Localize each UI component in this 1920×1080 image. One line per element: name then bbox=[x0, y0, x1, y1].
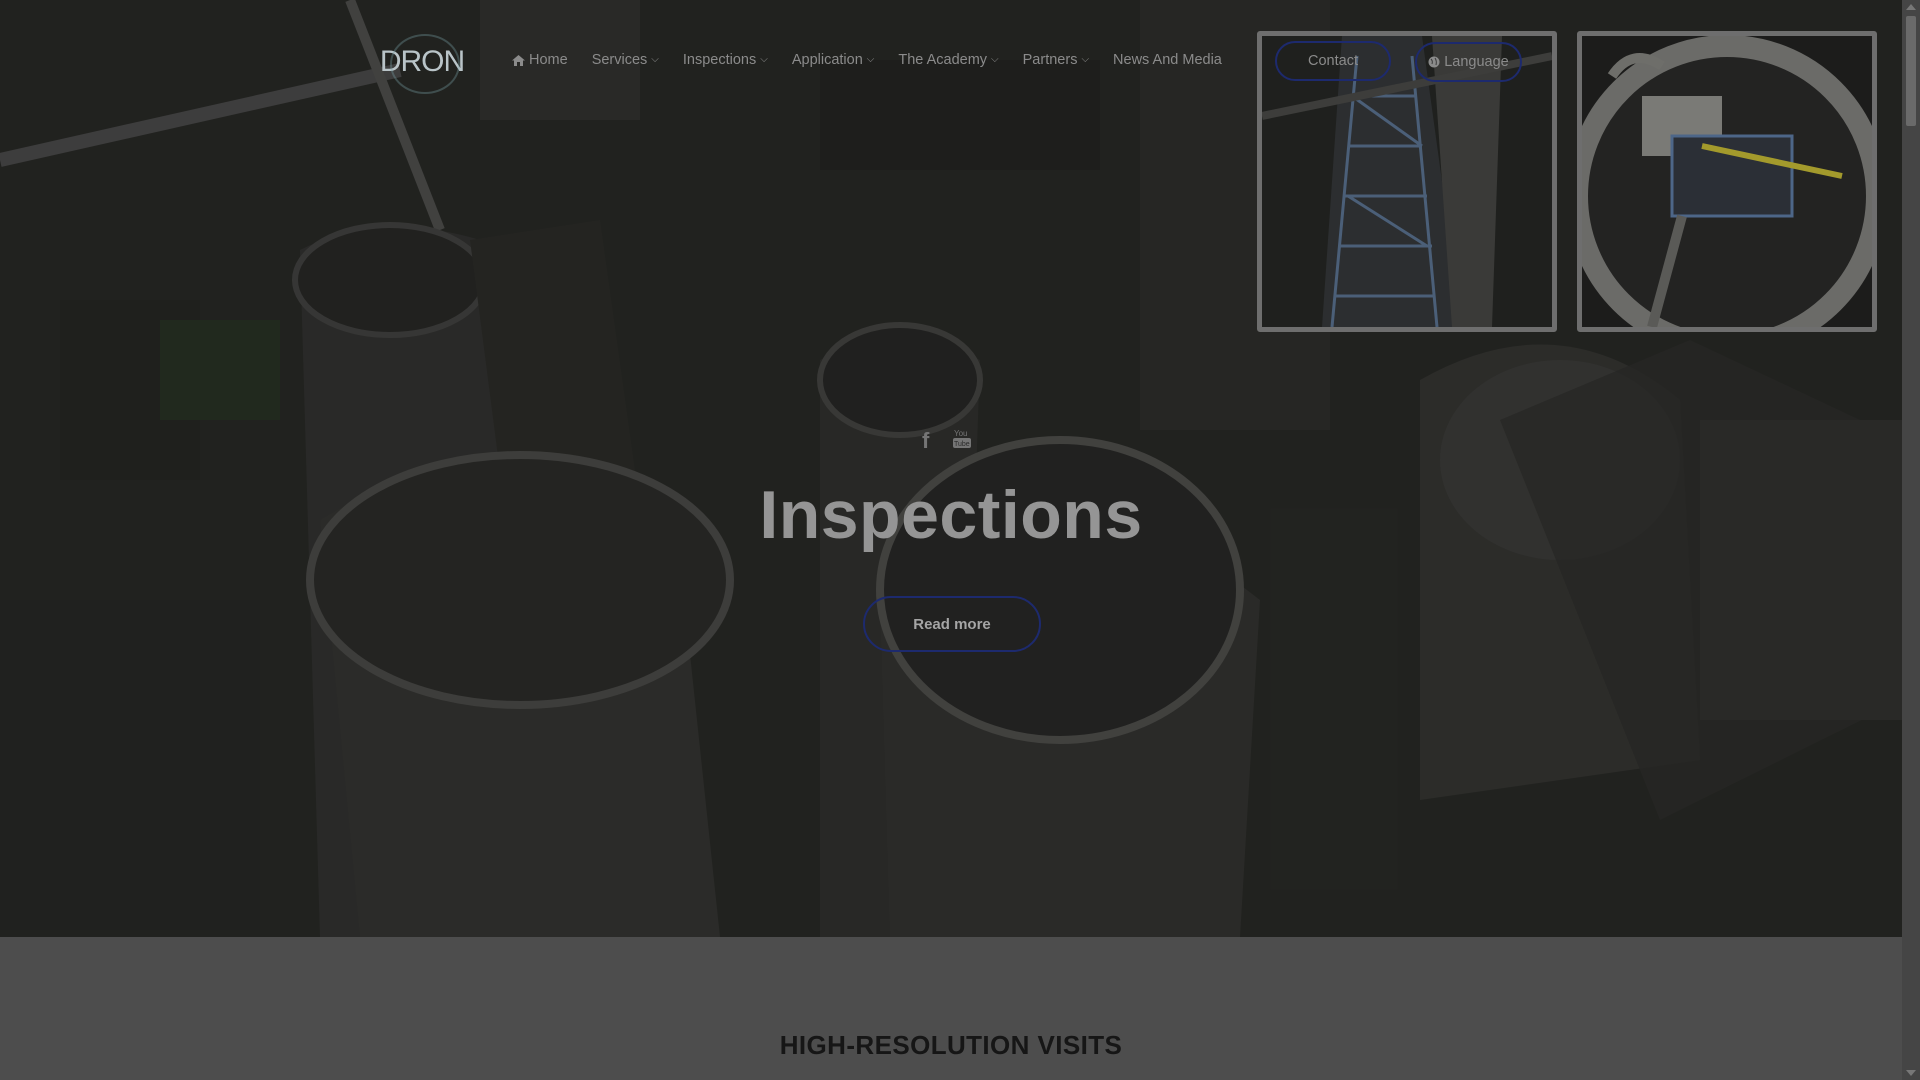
nav-item-label: The Academy bbox=[898, 52, 988, 68]
scroll-up-arrow-icon[interactable] bbox=[1906, 4, 1916, 10]
scrollbar-thumb[interactable] bbox=[1906, 16, 1916, 126]
language-button[interactable]: Language bbox=[1415, 42, 1522, 82]
chevron-down-icon: ⌵ bbox=[866, 53, 875, 65]
main-nav: Home Services ⌵ Inspections ⌵ Applicatio… bbox=[512, 52, 1246, 68]
contact-button[interactable]: Contact bbox=[1275, 41, 1391, 81]
scroll-down-arrow-icon[interactable] bbox=[1906, 1070, 1916, 1076]
chevron-down-icon: ⌵ bbox=[1081, 53, 1090, 65]
nav-item-label: Home bbox=[529, 52, 568, 68]
brand-logo[interactable]: DRON bbox=[380, 34, 465, 94]
nav-item-label: News And Media bbox=[1113, 52, 1222, 68]
nav-item-inspections[interactable]: Inspections ⌵ bbox=[683, 52, 768, 68]
thumbnail-image bbox=[1582, 36, 1872, 327]
nav-item-label: Inspections bbox=[682, 52, 757, 68]
read-more-button[interactable]: Read more bbox=[863, 596, 1041, 652]
nav-item-academy[interactable]: The Academy ⌵ bbox=[898, 52, 998, 68]
globe-icon bbox=[1428, 56, 1440, 68]
youtube-icon[interactable]: You Tube bbox=[953, 428, 972, 448]
nav-item-services[interactable]: Services ⌵ bbox=[592, 52, 659, 68]
section-title: HIGH-RESOLUTION VISITS bbox=[779, 1030, 1123, 1060]
logo-ring bbox=[390, 34, 460, 94]
chevron-down-icon: ⌵ bbox=[991, 53, 999, 65]
read-more-label: Read more bbox=[913, 615, 991, 633]
nav-item-home[interactable]: Home bbox=[512, 52, 568, 68]
contact-button-label: Contact bbox=[1308, 53, 1358, 69]
svg-text:Tube: Tube bbox=[954, 441, 970, 448]
nav-item-label: Partners bbox=[1022, 52, 1078, 68]
hero-banner: DRON Home Services ⌵ Inspections ⌵ Appli… bbox=[0, 0, 1902, 937]
preview-thumbnail-tower-top[interactable] bbox=[1577, 31, 1877, 332]
facebook-icon[interactable]: f bbox=[922, 428, 929, 454]
nav-item-application[interactable]: Application ⌵ bbox=[792, 52, 875, 68]
language-button-label: Language bbox=[1444, 54, 1509, 70]
hero-title: Inspections bbox=[759, 477, 1143, 553]
nav-item-partners[interactable]: Partners ⌵ bbox=[1023, 52, 1089, 68]
nav-item-news-media[interactable]: News And Media bbox=[1113, 52, 1222, 68]
page-scrollbar[interactable] bbox=[1902, 0, 1920, 1080]
social-links: f You Tube bbox=[922, 428, 972, 454]
nav-item-label: Application bbox=[791, 52, 863, 68]
home-icon bbox=[512, 54, 525, 66]
nav-item-label: Services bbox=[591, 52, 648, 68]
chevron-down-icon: ⌵ bbox=[760, 53, 768, 65]
chevron-down-icon: ⌵ bbox=[651, 53, 659, 65]
svg-text:You: You bbox=[954, 429, 968, 438]
